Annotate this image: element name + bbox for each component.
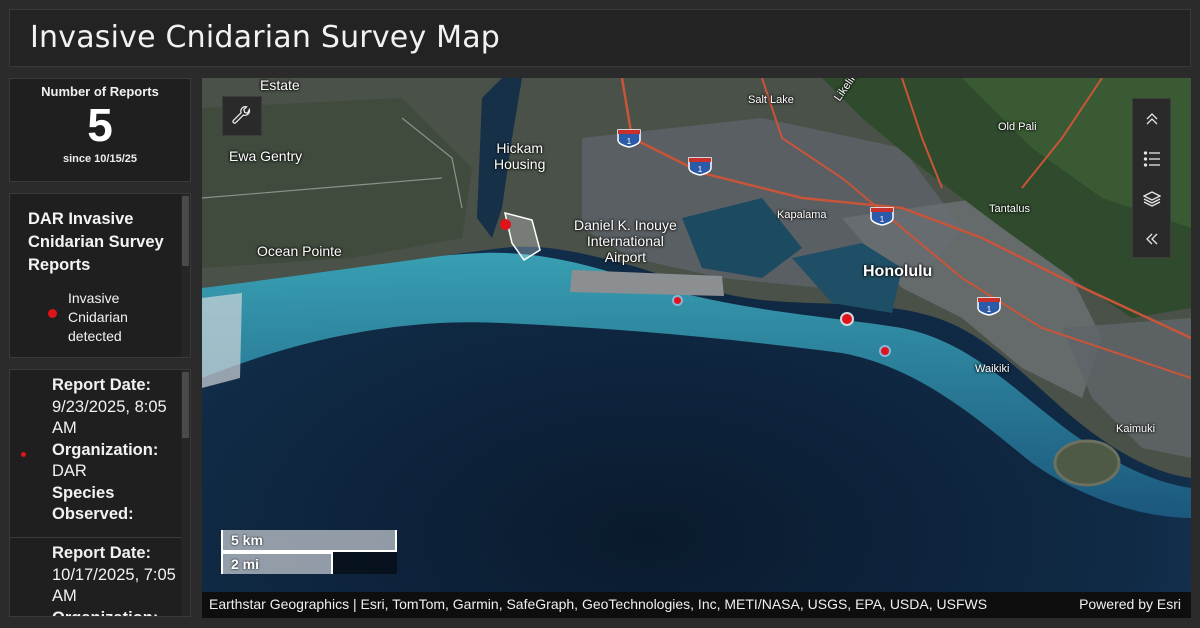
map-tools-button[interactable]	[222, 96, 262, 136]
expand-panel-button[interactable]	[1133, 219, 1170, 259]
scale-mi-label: 2 mi	[231, 556, 260, 572]
interstate-shield-icon: 1	[977, 297, 1001, 316]
map-label-estate: Estate	[260, 78, 300, 93]
interstate-shield-icon: 1	[688, 157, 712, 176]
report-symbol-dot	[21, 452, 26, 457]
shield-label: 1	[698, 165, 703, 174]
report-count-title: Number of Reports	[41, 84, 159, 99]
map-label-airport: Daniel K. Inouye International Airport	[574, 217, 677, 265]
map-label-tantalus: Tantalus	[989, 203, 1030, 215]
scale-km-label: 5 km	[231, 532, 263, 548]
chevrons-up-icon	[1146, 113, 1157, 125]
legend-scroll-thumb[interactable]	[182, 196, 189, 266]
scale-bar: 5 km 2 mi	[221, 530, 397, 575]
map-label-ocean-pointe: Ocean Pointe	[257, 243, 342, 259]
map-label-old-pali: Old Pali	[998, 121, 1037, 133]
scale-bar-mi-remainder	[333, 552, 397, 574]
report-list-scroll-thumb[interactable]	[182, 372, 189, 438]
map-label-honolulu: Honolulu	[863, 263, 933, 280]
list-item[interactable]: Report Date: 9/23/2025, 8:05 AM Organiza…	[10, 370, 182, 538]
report-list-panel: Report Date: 9/23/2025, 8:05 AM Organiza…	[9, 369, 191, 617]
report-date-label: Report Date:	[52, 544, 152, 562]
map-label-kapalama: Kapalama	[777, 209, 827, 221]
scale-bar-km: 5 km	[221, 530, 397, 552]
map-view[interactable]: Estate Ewa Gentry Ocean Pointe Hickam Ho…	[202, 78, 1191, 618]
report-date-value: 10/17/2025, 7:05 AM	[52, 565, 176, 606]
legend-title: DAR Invasive Cnidarian Survey Reports	[28, 210, 164, 274]
report-count-value: 5	[87, 99, 113, 151]
map-label-kaimuki: Kaimuki	[1116, 423, 1156, 435]
interstate-shield-icon: 1	[617, 129, 641, 148]
map-widget-toolbar	[1132, 98, 1171, 258]
legend-toggle-button[interactable]	[1133, 139, 1170, 179]
collapse-button[interactable]	[1133, 99, 1170, 139]
attribution-text[interactable]: Earthstar Geographics | Esri, TomTom, Ga…	[209, 596, 987, 612]
layers-button[interactable]	[1133, 179, 1170, 219]
map-attribution-bar: Earthstar Geographics | Esri, TomTom, Ga…	[202, 592, 1191, 618]
legend-item-label: Invasive Cnidarian detected	[68, 290, 128, 344]
report-count-card: Number of Reports 5 since 10/15/25	[9, 78, 191, 182]
map-label-ewa-gentry: Ewa Gentry	[229, 148, 303, 164]
legend-panel: DAR Invasive Cnidarian Survey Reports In…	[9, 193, 191, 358]
report-marker[interactable]	[879, 345, 891, 357]
layers-icon	[1142, 191, 1161, 207]
report-marker[interactable]	[840, 312, 854, 326]
report-org-value: DAR	[52, 462, 87, 480]
list-icon	[1143, 151, 1160, 167]
shield-label: 1	[987, 305, 992, 314]
wrench-icon	[232, 106, 251, 124]
map-label-waikiki: Waikiki	[975, 363, 1010, 375]
report-count-subtitle: since 10/15/25	[62, 153, 137, 165]
app-header: Invasive Cnidarian Survey Map	[9, 9, 1191, 67]
list-item[interactable]: Report Date: 10/17/2025, 7:05 AM Organiz…	[10, 538, 182, 617]
legend-symbol-dot	[48, 309, 57, 318]
report-date-value: 9/23/2025, 8:05 AM	[52, 397, 167, 438]
report-org-label: Organization:	[52, 609, 158, 617]
scale-bar-mi: 2 mi	[221, 552, 333, 574]
report-list-scrollbar[interactable]	[181, 370, 190, 616]
interstate-shield-icon: 1	[870, 207, 894, 226]
report-org-label: Organization:	[52, 440, 159, 459]
chevrons-left-icon	[1145, 233, 1157, 245]
shield-label: 1	[627, 137, 632, 146]
legend-scrollbar[interactable]	[181, 194, 190, 357]
map-label-hickam-housing: Hickam Housing	[494, 140, 546, 172]
report-marker[interactable]	[500, 219, 511, 230]
shield-label: 1	[880, 215, 885, 224]
report-date-label: Report Date:	[52, 376, 152, 394]
powered-by-esri-link[interactable]: Powered by Esri	[1079, 596, 1181, 612]
page-title: Invasive Cnidarian Survey Map	[30, 20, 501, 55]
report-marker[interactable]	[672, 295, 683, 306]
report-species-label: Species Observed:	[52, 483, 134, 524]
map-label-salt-lake: Salt Lake	[748, 94, 794, 106]
